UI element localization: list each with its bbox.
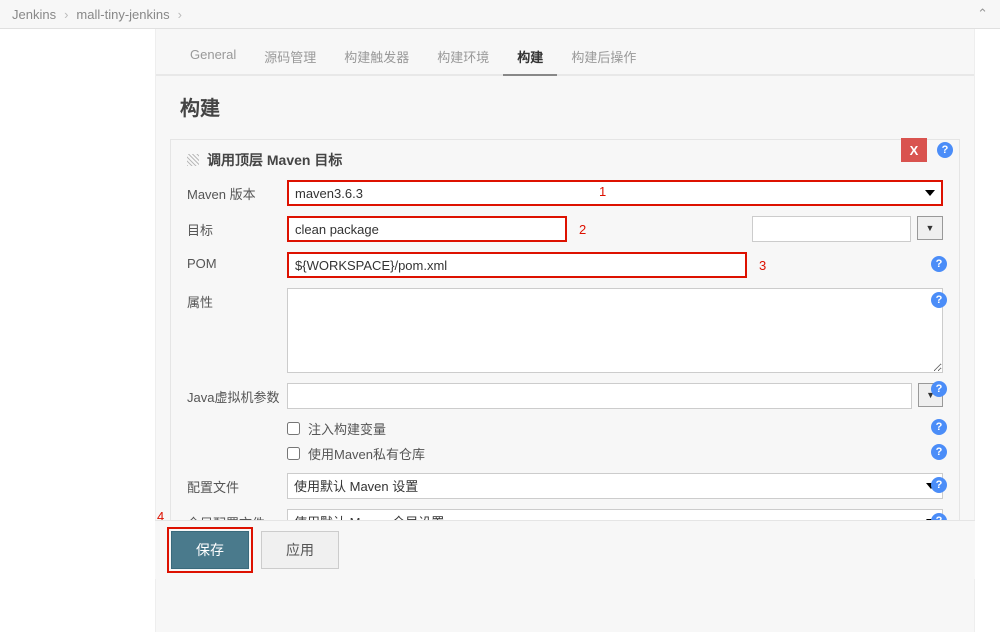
label-maven-version: Maven 版本 xyxy=(187,180,287,203)
build-step-title: 调用顶层 Maven 目标 xyxy=(207,150,342,170)
properties-textarea[interactable] xyxy=(287,288,943,373)
tab-scm[interactable]: 源码管理 xyxy=(250,39,330,76)
row-properties: 属性 ? xyxy=(187,288,943,373)
maven-build-step: X ? 调用顶层 Maven 目标 Maven 版本 maven3.6.3 1 … xyxy=(170,139,960,556)
expand-goals-button[interactable]: ▼ xyxy=(917,216,943,240)
row-inject-vars: 注入构建变量 ? xyxy=(287,419,943,438)
help-icon[interactable]: ? xyxy=(937,142,953,158)
breadcrumb: Jenkins › mall-tiny-jenkins › ⌃ xyxy=(0,0,1000,29)
tab-post[interactable]: 构建后操作 xyxy=(557,39,650,76)
breadcrumb-root[interactable]: Jenkins xyxy=(12,7,56,22)
tab-build[interactable]: 构建 xyxy=(503,39,557,76)
save-button[interactable]: 保存 xyxy=(171,531,249,569)
jvm-opts-input[interactable] xyxy=(287,383,912,409)
build-step-header[interactable]: 调用顶层 Maven 目标 xyxy=(187,150,943,170)
private-repo-checkbox[interactable] xyxy=(287,447,300,460)
label-pom: POM xyxy=(187,252,287,271)
label-inject-vars: 注入构建变量 xyxy=(308,419,386,438)
config-panel: General 源码管理 构建触发器 构建环境 构建 构建后操作 构建 X ? … xyxy=(155,29,975,632)
tab-general[interactable]: General xyxy=(176,39,250,76)
tab-triggers[interactable]: 构建触发器 xyxy=(330,39,423,76)
apply-button[interactable]: 应用 xyxy=(261,531,339,569)
delete-step-button[interactable]: X xyxy=(901,138,927,162)
bottom-action-bar: 保存 应用 xyxy=(155,520,975,579)
breadcrumb-project[interactable]: mall-tiny-jenkins xyxy=(76,7,169,22)
help-icon[interactable]: ? xyxy=(931,419,947,435)
help-icon[interactable]: ? xyxy=(931,256,947,272)
settings-select[interactable]: 使用默认 Maven 设置 xyxy=(287,473,943,499)
annotation-2: 2 xyxy=(579,222,586,237)
row-maven-version: Maven 版本 maven3.6.3 1 xyxy=(187,180,943,206)
drag-handle-icon[interactable] xyxy=(187,154,199,166)
label-properties: 属性 xyxy=(187,288,287,311)
row-jvm: Java虚拟机参数 ▼ ? xyxy=(187,383,943,409)
maven-version-select[interactable]: maven3.6.3 xyxy=(287,180,943,206)
row-pom: POM 3 ? xyxy=(187,252,943,278)
config-tabs: General 源码管理 构建触发器 构建环境 构建 构建后操作 xyxy=(156,29,974,76)
label-settings: 配置文件 xyxy=(187,473,287,496)
help-icon[interactable]: ? xyxy=(931,444,947,460)
label-private-repo: 使用Maven私有仓库 xyxy=(308,444,425,463)
label-goals: 目标 xyxy=(187,216,287,239)
help-icon[interactable]: ? xyxy=(931,477,947,493)
annotation-3: 3 xyxy=(759,258,766,273)
row-settings: 配置文件 使用默认 Maven 设置 ? xyxy=(187,473,943,499)
goals-input[interactable] xyxy=(287,216,567,242)
help-icon[interactable]: ? xyxy=(931,292,947,308)
section-title: 构建 xyxy=(156,76,974,133)
row-goals: 目标 2 ▼ xyxy=(187,216,943,242)
breadcrumb-sep: › xyxy=(64,7,68,22)
annotation-1: 1 xyxy=(599,184,606,199)
goals-extra-input[interactable] xyxy=(752,216,911,242)
label-jvm: Java虚拟机参数 xyxy=(187,383,287,406)
row-private-repo: 使用Maven私有仓库 ? xyxy=(287,444,943,463)
inject-vars-checkbox[interactable] xyxy=(287,422,300,435)
breadcrumb-sep: › xyxy=(178,7,182,22)
pom-input[interactable] xyxy=(287,252,747,278)
help-icon[interactable]: ? xyxy=(931,381,947,397)
scroll-up-icon[interactable]: ⌃ xyxy=(977,6,988,22)
tab-env[interactable]: 构建环境 xyxy=(423,39,503,76)
